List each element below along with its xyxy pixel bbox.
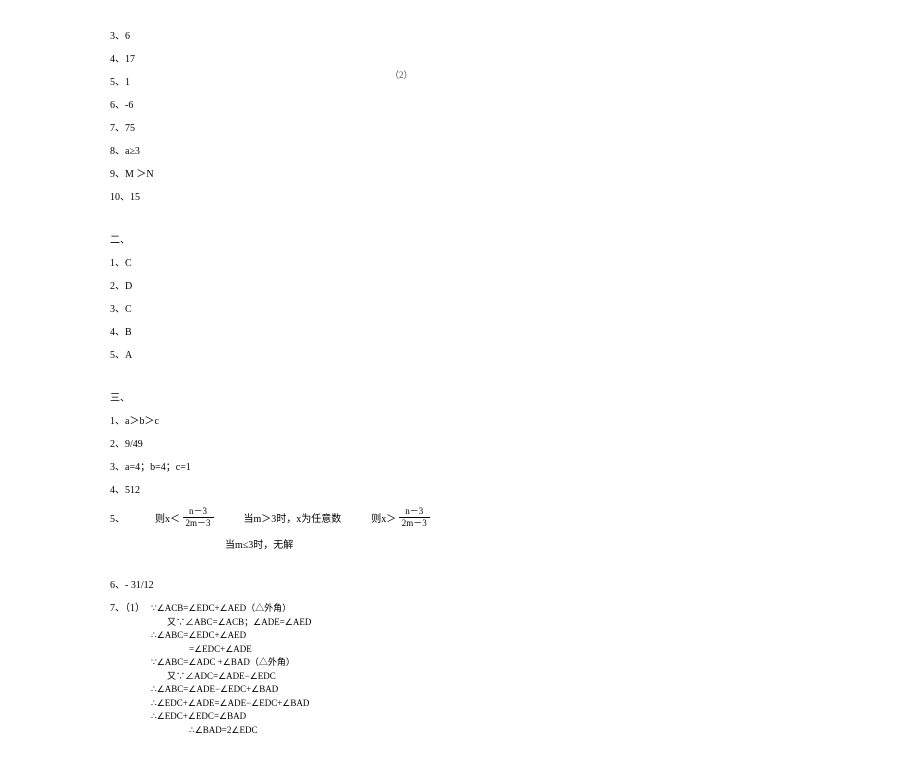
proof-line: 又∵∠ADC=∠ADE−∠EDC [167,670,311,684]
proof-line: ∴∠EDC+∠EDC=∠BAD [151,710,311,724]
q5-sub: 当m≤3时，无解 [225,536,920,551]
list-item: 5、A [110,349,920,362]
proof-line: ∴∠BAD=2∠EDC [189,724,311,738]
q7-proof: ∵∠ACB=∠EDC+∠AED（△外角） 又∵∠ABC=∠ACB；∠ADE=∠A… [151,602,311,737]
list-item: 3、C [110,303,920,316]
fraction-numerator: n－3 [399,507,430,518]
list-item: 4、17 [110,53,920,66]
q5-right-prefix: 则x＞ [371,514,396,525]
list-item: 10、15 [110,191,920,204]
list-item: 9、M ＞N [110,168,920,181]
q5-right: 则x＞ n－3 2m－3 [371,507,430,528]
q7: 7、（1） ∵∠ACB=∠EDC+∠AED（△外角） 又∵∠ABC=∠ACB；∠… [110,602,920,737]
list-item: 3、6 [110,30,920,43]
list-item: 2、D [110,280,920,293]
q5-left-prefix: 则x＜ [155,514,180,525]
list-item: 2、9/49 [110,438,920,451]
q5-left: 则x＜ n－3 2m－3 [155,507,214,528]
proof-line: ∴∠EDC+∠ADE=∠ADE−∠EDC+∠BAD [151,697,311,711]
q7-label: 7、（1） [110,602,145,615]
list-item: 1、a＞b＞c [110,415,920,428]
list-item: 1、C [110,257,920,270]
aside-marker: （2） [390,68,413,81]
fraction-numerator: n－3 [183,507,214,518]
q5-row: 5、 则x＜ n－3 2m－3 当m＞3时，x为任意数 则x＞ n－3 2m－3 [110,507,920,528]
list-item: 4、B [110,326,920,339]
list-item: 4、512 [110,484,920,497]
fraction-denominator: 2m－3 [399,518,430,528]
list-item: 3、a=4；b=4；c=1 [110,461,920,474]
q5-mid: 当m＞3时，x为任意数 [244,510,342,525]
section-3-header: 三、 [110,392,920,405]
fraction: n－3 2m－3 [399,507,430,528]
list-item: 7、75 [110,122,920,135]
section-2-list: 1、C 2、D 3、C 4、B 5、A [110,257,920,362]
list-item: 6、-6 [110,99,920,112]
proof-line: 又∵∠ABC=∠ACB；∠ADE=∠AED [167,616,311,630]
proof-line: ∵∠ABC=∠ADC +∠BAD（△外角） [151,656,311,670]
list-item: 5、1 [110,76,920,89]
section-2-header: 二、 [110,234,920,247]
proof-line: ∵∠ACB=∠EDC+∠AED（△外角） [151,602,311,616]
proof-line: ∴∠ABC=∠EDC+∠AED [151,629,311,643]
proof-line: ∴∠ABC=∠ADE−∠EDC+∠BAD [151,683,311,697]
list-item: 8、a≥3 [110,145,920,158]
q5-label: 5、 [110,510,125,525]
fraction-denominator: 2m－3 [183,518,214,528]
section-3-list: 1、a＞b＞c 2、9/49 3、a=4；b=4；c=1 4、512 5、 则x… [110,415,920,737]
list-item: 6、- 31/12 [110,579,920,592]
proof-line: =∠EDC+∠ADE [189,643,311,657]
fraction: n－3 2m－3 [183,507,214,528]
section-1-list: 3、6 4、17 5、1 6、-6 7、75 8、a≥3 9、M ＞N 10、1… [110,30,920,204]
